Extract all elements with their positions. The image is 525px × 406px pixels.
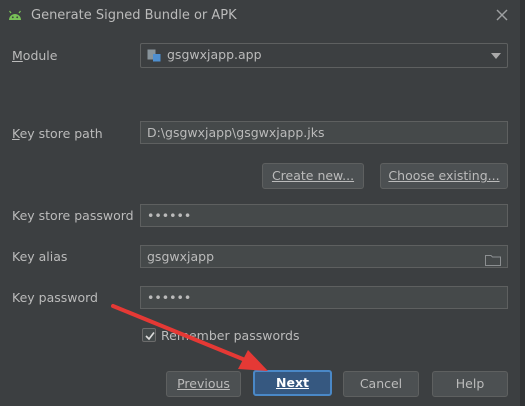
module-value: gsgwxjapp.app: [167, 47, 262, 62]
keystore-path-label: Key store path: [12, 126, 103, 141]
window-edge: [520, 0, 525, 406]
keystore-password-label: Key store password: [12, 208, 134, 223]
cancel-button[interactable]: Cancel: [343, 371, 419, 397]
help-button[interactable]: Help: [432, 371, 508, 397]
key-alias-field[interactable]: gsgwxjapp: [140, 245, 508, 268]
choose-existing-label: Choose existing...: [388, 168, 500, 183]
key-password-label: Key password: [12, 290, 98, 305]
remember-passwords-checkbox[interactable]: [142, 328, 156, 342]
key-alias-value: gsgwxjapp: [147, 249, 215, 264]
window-title: Generate Signed Bundle or APK: [31, 8, 237, 23]
check-icon: [145, 332, 155, 341]
chevron-down-icon: [491, 53, 501, 59]
previous-button[interactable]: Previous: [166, 371, 241, 397]
key-password-field[interactable]: ••••••: [140, 286, 508, 309]
choose-existing-button[interactable]: Choose existing...: [380, 163, 508, 189]
keystore-path-field[interactable]: D:\gsgwxjapp\gsgwxjapp.jks: [140, 121, 508, 144]
key-alias-label: Key alias: [12, 249, 68, 264]
close-icon[interactable]: [493, 6, 511, 24]
android-icon: [7, 8, 23, 24]
next-button[interactable]: Next: [253, 370, 332, 396]
folder-icon[interactable]: [485, 251, 501, 266]
module-dropdown[interactable]: gsgwxjapp.app: [140, 43, 508, 68]
module-label: Module: [12, 48, 58, 63]
title-bar: Generate Signed Bundle or APK: [0, 0, 525, 32]
keystore-path-label-rest: ey store path: [19, 126, 103, 141]
next-label: Next: [276, 375, 309, 390]
module-label-rest: odule: [22, 48, 58, 63]
module-icon: [147, 49, 161, 62]
previous-label: Previous: [177, 376, 230, 391]
remember-passwords-label: Remember passwords: [161, 328, 300, 343]
create-new-label: Create new...: [271, 168, 355, 183]
create-new-button[interactable]: Create new...: [262, 163, 364, 189]
keystore-password-field[interactable]: ••••••: [140, 204, 508, 227]
